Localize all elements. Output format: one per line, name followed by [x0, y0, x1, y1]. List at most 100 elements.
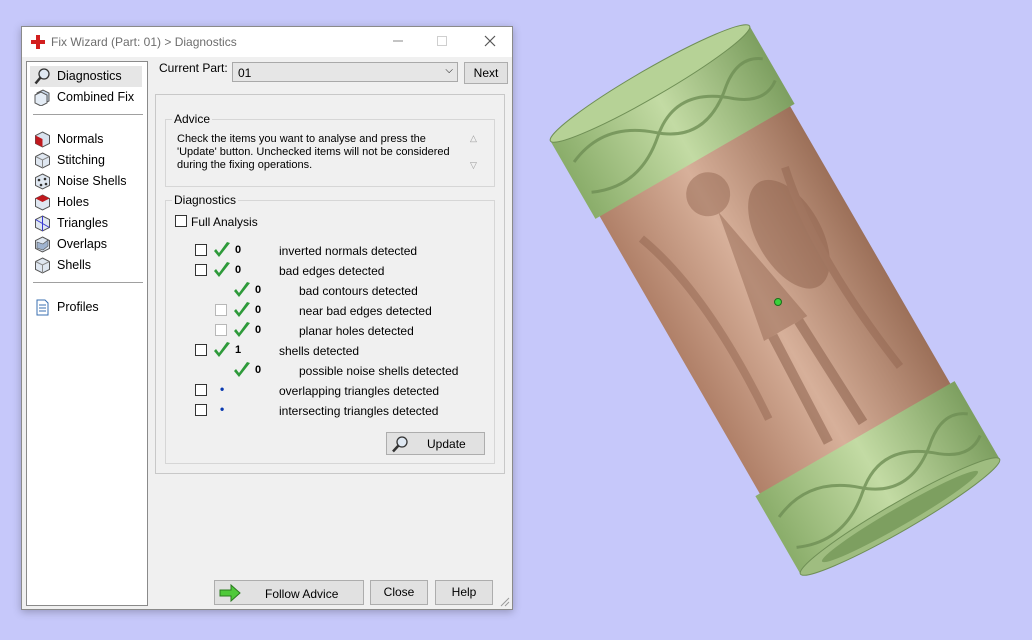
fix-wizard-dialog: Fix Wizard (Part: 01) > Diagnostics Diag…: [21, 26, 513, 610]
sidebar-item-label: Overlaps: [57, 237, 108, 251]
diagnostic-checkbox[interactable]: [195, 344, 207, 356]
follow-advice-label: Follow Advice: [265, 587, 339, 601]
diagnostic-count: 0: [235, 244, 242, 256]
diagnostic-checkbox[interactable]: [215, 304, 227, 316]
diagnostic-count: 0: [255, 304, 262, 316]
close-icon: [484, 35, 496, 47]
holes-cube-icon: [35, 194, 50, 211]
update-label: Update: [427, 437, 466, 451]
green-check-icon: [214, 262, 230, 277]
sidebar-item-label: Triangles: [57, 216, 108, 230]
current-part-label: Current Part:: [159, 61, 228, 75]
diagnostic-label: overlapping triangles detected: [279, 384, 440, 398]
window-title: Fix Wizard (Part: 01) > Diagnostics: [51, 35, 237, 49]
advice-line: during the fixing operations.: [177, 159, 313, 171]
advice-scrollbar[interactable]: △ ▽: [470, 133, 482, 177]
maximize-button[interactable]: [420, 27, 464, 57]
pending-dot: •: [220, 382, 225, 396]
full-analysis-label: Full Analysis: [191, 215, 258, 229]
next-button[interactable]: Next: [464, 62, 508, 84]
combined-fix-icon: [34, 89, 50, 106]
sidebar-item-label: Combined Fix: [57, 90, 135, 104]
green-check-icon: [214, 342, 230, 357]
green-check-icon: [214, 242, 230, 257]
diagnostics-title: Diagnostics: [172, 193, 239, 207]
diagnostic-label: inverted normals detected: [279, 244, 418, 258]
sidebar: Diagnostics Combined Fix Normals Stitchi…: [26, 61, 148, 606]
update-button[interactable]: Update: [386, 432, 485, 455]
diagnostic-checkbox[interactable]: [215, 324, 227, 336]
sidebar-item-label: Stitching: [57, 153, 105, 167]
diagnostic-label: bad edges detected: [279, 264, 385, 278]
magnifier-icon: [392, 436, 408, 453]
green-arrow-icon: [219, 584, 241, 602]
diagnostic-label: intersecting triangles detected: [279, 404, 439, 418]
diagnostic-label: shells detected: [279, 344, 360, 358]
pending-dot: •: [220, 402, 225, 416]
close-window-button[interactable]: [468, 27, 512, 57]
sidebar-item-profiles[interactable]: Profiles: [30, 297, 142, 318]
diagnostic-checkbox[interactable]: [195, 404, 207, 416]
sidebar-item-stitching[interactable]: Stitching: [30, 150, 142, 171]
close-button[interactable]: Close: [370, 580, 428, 605]
red-cross-icon: [31, 35, 45, 49]
shells-cube-icon: [35, 257, 50, 274]
advice-line: 'Update' button. Unchecked items will no…: [177, 146, 450, 158]
sidebar-item-label: Shells: [57, 258, 92, 272]
sidebar-item-overlaps[interactable]: Overlaps: [30, 234, 142, 255]
minimize-icon: [393, 40, 403, 42]
diagnostic-checkbox[interactable]: [195, 244, 207, 256]
green-check-icon: [234, 322, 250, 337]
sidebar-divider: [33, 282, 143, 283]
pivot-marker: [774, 298, 782, 306]
sidebar-item-holes[interactable]: Holes: [30, 192, 142, 213]
diagnostic-count: 0: [255, 324, 262, 336]
green-check-icon: [234, 362, 250, 377]
diagnostic-checkbox[interactable]: [195, 384, 207, 396]
sidebar-item-normals[interactable]: Normals: [30, 129, 142, 150]
sidebar-item-label: Normals: [57, 132, 104, 146]
scroll-down-icon[interactable]: ▽: [470, 160, 482, 171]
diagnostic-label: planar holes detected: [299, 324, 414, 338]
sidebar-item-label: Holes: [57, 195, 89, 209]
sidebar-item-label: Profiles: [57, 300, 99, 314]
green-check-icon: [234, 282, 250, 297]
scroll-up-icon[interactable]: △: [470, 133, 482, 144]
diagnostic-count: 1: [235, 344, 242, 356]
resize-grip-icon[interactable]: [500, 597, 510, 607]
chevron-down-icon: ⌵: [445, 65, 453, 76]
follow-advice-button[interactable]: Follow Advice: [214, 580, 364, 605]
current-part-select[interactable]: 01 ⌵: [232, 62, 458, 82]
diagnostic-label: possible noise shells detected: [299, 364, 459, 378]
normals-cube-icon: [35, 131, 50, 148]
maximize-icon: [437, 36, 447, 46]
current-part-value: 01: [238, 66, 252, 80]
help-button[interactable]: Help: [435, 580, 493, 605]
overlaps-cube-icon: [35, 236, 50, 253]
sidebar-divider: [33, 114, 143, 115]
sidebar-item-label: Noise Shells: [57, 174, 127, 188]
triangles-cube-icon: [35, 215, 50, 232]
diagnostic-count: 0: [255, 284, 262, 296]
stitching-cube-icon: [35, 152, 50, 169]
sidebar-item-combined-fix[interactable]: Combined Fix: [30, 87, 142, 108]
diagnostic-label: near bad edges detected: [299, 304, 432, 318]
sidebar-item-diagnostics[interactable]: Diagnostics: [30, 66, 142, 87]
noise-shells-cube-icon: [35, 173, 50, 190]
model-viewport[interactable]: [520, 0, 1032, 640]
full-analysis-checkbox[interactable]: [175, 215, 187, 227]
magnifier-icon: [34, 68, 50, 85]
sidebar-item-triangles[interactable]: Triangles: [30, 213, 142, 234]
sidebar-item-shells[interactable]: Shells: [30, 255, 142, 276]
diagnostic-count: 0: [235, 264, 242, 276]
diagnostic-count: 0: [255, 364, 262, 376]
minimize-button[interactable]: [376, 27, 420, 57]
diagnostic-label: bad contours detected: [299, 284, 418, 298]
sidebar-item-noise-shells[interactable]: Noise Shells: [30, 171, 142, 192]
document-icon: [36, 299, 49, 316]
green-check-icon: [234, 302, 250, 317]
advice-title: Advice: [172, 112, 213, 126]
title-bar[interactable]: Fix Wizard (Part: 01) > Diagnostics: [22, 27, 512, 57]
advice-line: Check the items you want to analyse and …: [177, 133, 426, 145]
diagnostic-checkbox[interactable]: [195, 264, 207, 276]
